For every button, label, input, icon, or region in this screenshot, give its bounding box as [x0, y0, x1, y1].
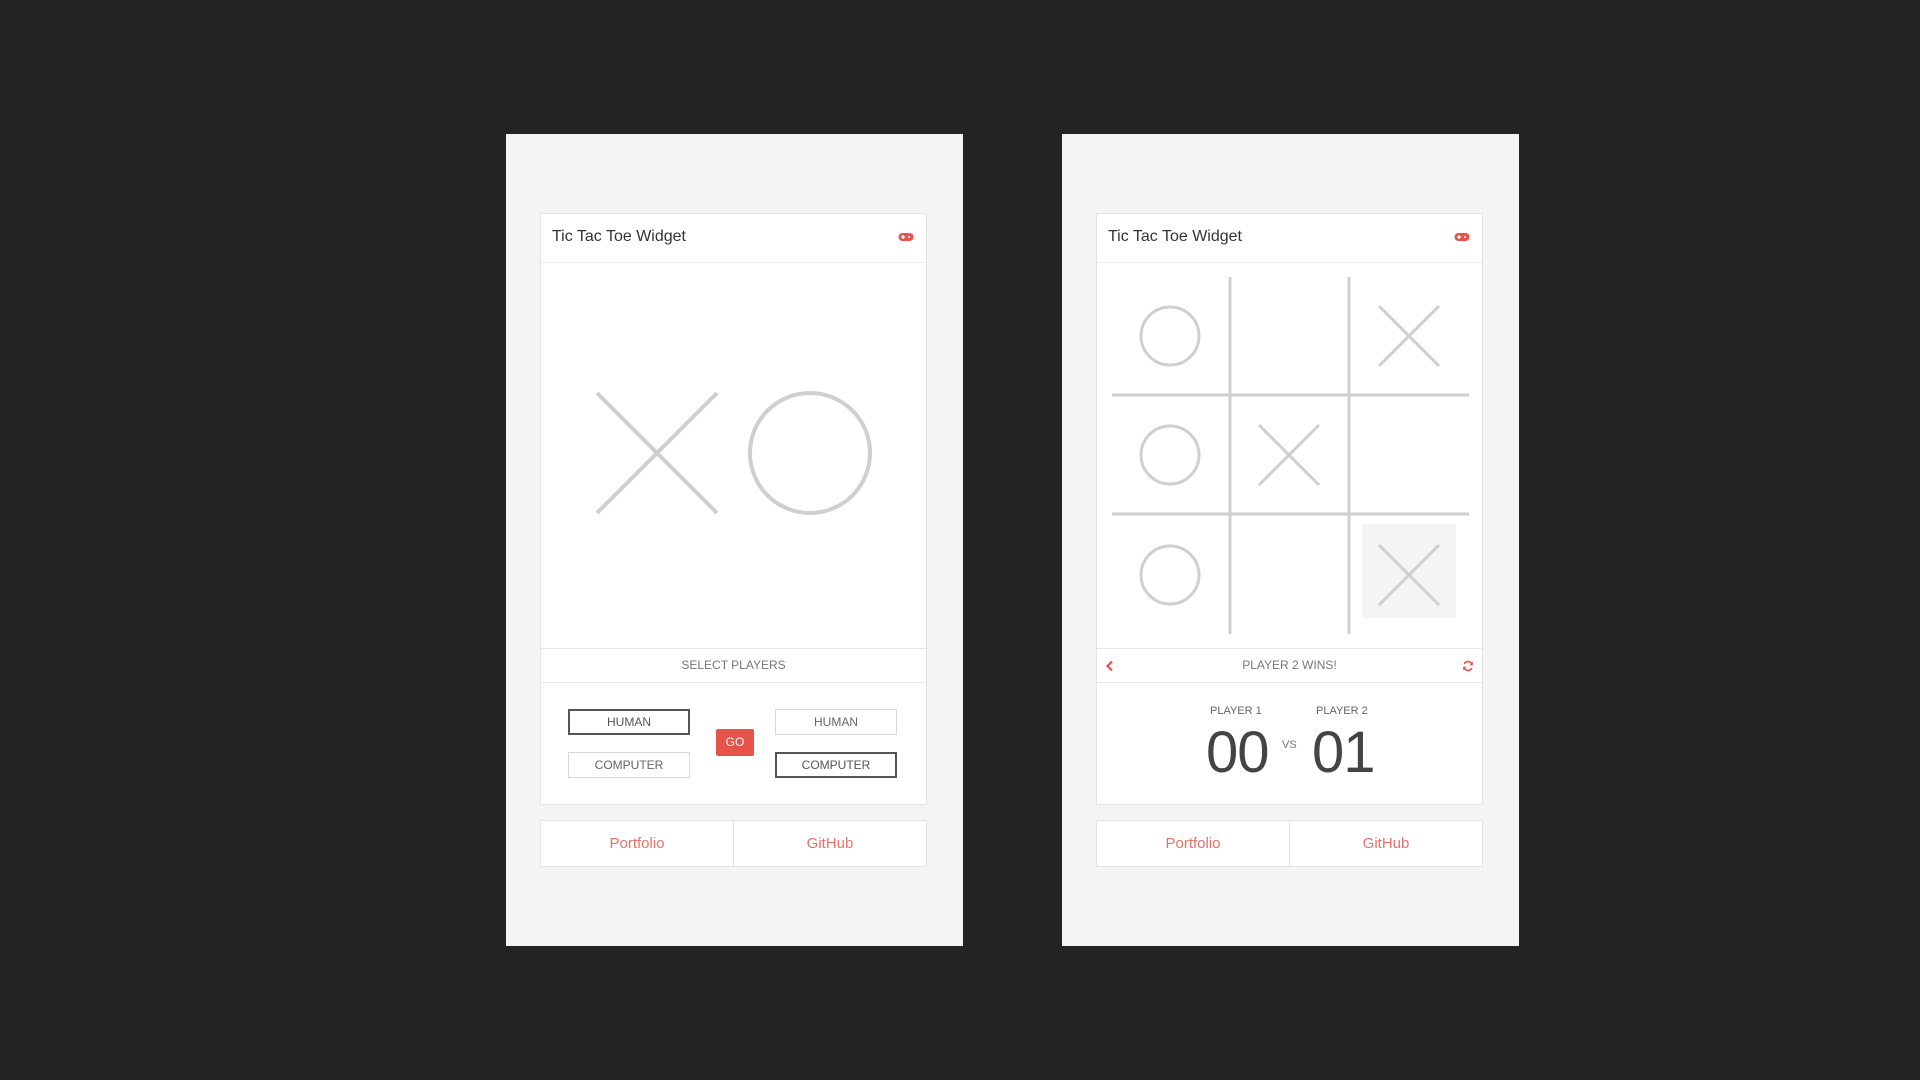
footer-links: Portfolio GitHub [1096, 820, 1483, 867]
go-button[interactable]: GO [716, 729, 754, 756]
player2-human-button[interactable]: HUMAN [775, 709, 897, 735]
card-header: Tic Tac Toe Widget [541, 214, 926, 263]
refresh-icon[interactable] [1462, 660, 1474, 672]
portfolio-link[interactable]: Portfolio [1097, 821, 1289, 866]
winning-cell-highlight [1362, 524, 1456, 618]
player1-human-button[interactable]: HUMAN [568, 709, 690, 735]
status-text: PLAYER 2 WINS! [1242, 658, 1337, 672]
o-mark [1139, 424, 1201, 486]
widget-card: Tic Tac Toe Widget SELECT PLAYERS HUMAN … [540, 213, 927, 805]
game-board-area [1097, 263, 1482, 649]
player2-score: 01 [1312, 720, 1376, 785]
player2-computer-button[interactable]: COMPUTER [775, 752, 897, 778]
portfolio-link[interactable]: Portfolio [541, 821, 733, 866]
logo-area [541, 263, 926, 649]
github-link[interactable]: GitHub [733, 821, 926, 866]
player1-score: 00 [1206, 720, 1270, 785]
player1-computer-button[interactable]: COMPUTER [568, 752, 690, 778]
gamepad-icon [1454, 233, 1470, 241]
score-panel: PLAYER 1 00 VS PLAYER 2 01 [1097, 683, 1482, 803]
chevron-left-icon[interactable] [1105, 660, 1115, 672]
widget-card: Tic Tac Toe Widget PLAYER 2 WINS! PLAYER… [1096, 213, 1483, 805]
o-mark [1139, 544, 1201, 606]
github-link[interactable]: GitHub [1289, 821, 1482, 866]
vs-label: VS [1282, 739, 1297, 751]
game-board [1112, 277, 1469, 634]
o-mark [1139, 305, 1201, 367]
card-header: Tic Tac Toe Widget [1097, 214, 1482, 263]
player2-label: PLAYER 2 [1316, 705, 1368, 717]
gamepad-icon [898, 233, 914, 241]
status-bar: SELECT PLAYERS [541, 649, 926, 683]
phone-frame-select: Tic Tac Toe Widget SELECT PLAYERS HUMAN … [506, 134, 963, 946]
xo-logo [595, 391, 872, 515]
player1-label: PLAYER 1 [1210, 705, 1262, 717]
widget-title: Tic Tac Toe Widget [1108, 228, 1242, 245]
widget-title: Tic Tac Toe Widget [552, 228, 686, 245]
phone-frame-game: Tic Tac Toe Widget PLAYER 2 WINS! PLAYER… [1062, 134, 1519, 946]
footer-links: Portfolio GitHub [540, 820, 927, 867]
logo-o-circle [748, 391, 872, 515]
status-bar: PLAYER 2 WINS! [1097, 649, 1482, 683]
player-select-panel: HUMAN COMPUTER GO HUMAN COMPUTER [541, 683, 926, 803]
status-text: SELECT PLAYERS [681, 658, 786, 672]
